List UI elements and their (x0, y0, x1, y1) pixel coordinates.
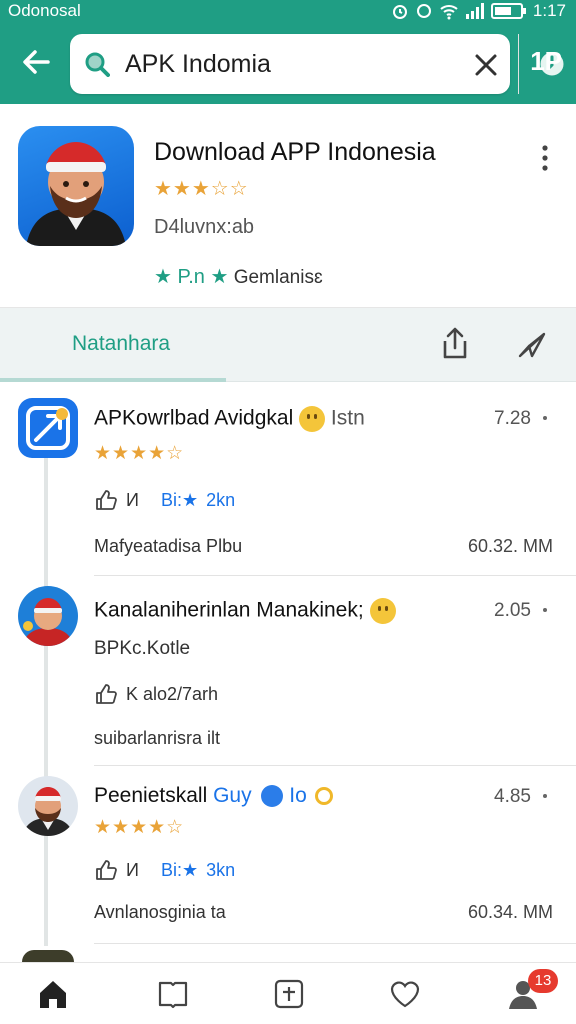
item-meta-text: K alo2/7arh (126, 683, 219, 704)
item-divider (94, 943, 576, 944)
clock-status-icon (416, 4, 431, 18)
add-post-icon[interactable] (272, 977, 306, 1011)
status-time: 1:17 (532, 1, 566, 20)
status-icons: 1:17 (391, 1, 566, 21)
app-icon-illustration (26, 142, 126, 246)
status-carrier: Odonosal (8, 1, 81, 20)
item-meta: И Bi:★ 2kn (94, 488, 235, 512)
item-more-icon[interactable] (543, 608, 547, 612)
top-app-bar: Odonosal 1:17 APK Indomia 1P (0, 0, 576, 104)
app-tag-text: Gemlanisɛ (233, 267, 323, 288)
app-tag: ★ P.n ★ Gemlanisɛ (154, 264, 323, 289)
alarm-icon (392, 5, 407, 19)
item-title: Kanalaniherinlan Manakinek; (94, 598, 396, 624)
status-bar: Odonosal 1:17 (0, 0, 576, 24)
tab-indicator (0, 378, 226, 382)
item-number: 4.85 (494, 786, 531, 807)
app-subtitle: D4luvnx:ab (154, 216, 255, 238)
item-avatar (18, 586, 78, 646)
search-separator (518, 34, 519, 94)
item-size: 60.32. MM (468, 536, 554, 556)
item-footer: Mafyeatadisa Plbu (94, 536, 243, 556)
search-input[interactable]: APK Indomia (125, 50, 271, 79)
thumbs-up-icon[interactable] (94, 858, 118, 882)
app-card[interactable]: Download APP Indonesia ★★★☆☆ D4luvnx:ab … (0, 104, 576, 308)
item-title-suffix: Istn (330, 406, 365, 430)
app-icon (18, 126, 134, 246)
bookmark-icon[interactable] (156, 977, 190, 1011)
item-footer: Avnlanosginia ta (94, 902, 226, 922)
item-more-icon[interactable] (543, 416, 547, 420)
app-title: Download APP Indonesia (154, 138, 436, 166)
item-badge-label: Bi:★ (160, 489, 199, 510)
signal-icon (465, 3, 484, 19)
wifi-icon (440, 5, 458, 20)
item-title: Peenietskall Guy Io (94, 784, 333, 808)
item-badge-value: 3kn (206, 859, 236, 880)
partial-list-item-avatar (22, 950, 74, 962)
item-badge-label: Bi:★ (160, 859, 199, 880)
list-item[interactable]: APKowrlbad Avidgkal Istn 7.28 ★★★★☆ И Bi… (0, 384, 576, 576)
avatar-illustration (22, 787, 74, 836)
item-avatar (18, 776, 78, 836)
send-icon[interactable] (516, 328, 548, 360)
coin-icon (314, 787, 333, 806)
item-title-accent: Guy (213, 784, 252, 807)
item-meta: K alo2/7arh (94, 682, 218, 706)
thumbs-up-icon[interactable] (94, 682, 118, 706)
item-title-text: Kanalaniherinlan Manakinek; (94, 598, 364, 622)
back-arrow-icon[interactable] (18, 44, 54, 80)
item-number: 2.05 (494, 600, 531, 621)
verified-badge-icon (261, 785, 284, 808)
more-options-icon[interactable] (538, 144, 552, 172)
item-size: 60.34. MM (468, 902, 554, 922)
list-item[interactable]: Kanalaniherinlan Manakinek; 2.05 BPKc.Ko… (0, 576, 576, 766)
download-app-logo-icon (26, 406, 70, 450)
list-item[interactable]: Peenietskall Guy Io 4.85 ★★★★☆ И Bi:★ 3k… (0, 766, 576, 944)
item-badge-value: 2kn (206, 489, 236, 510)
item-like-count: И (126, 859, 139, 880)
app-tag-prefix: ★ P.n ★ (154, 266, 229, 288)
notification-badge: 13 (528, 969, 558, 993)
item-more-icon[interactable] (543, 794, 547, 798)
search-bar[interactable]: APK Indomia (70, 34, 567, 94)
tab-natanhara[interactable]: Natanhara (72, 332, 170, 356)
item-footer: suibarlanrisra ilt (94, 728, 221, 748)
item-title-text: Peenietskall (94, 784, 208, 807)
avatar-illustration (22, 598, 74, 646)
item-meta: И Bi:★ 3kn (94, 858, 235, 882)
thumbs-up-icon[interactable] (94, 488, 118, 512)
smile-emoji-icon (299, 406, 326, 432)
app-rating-stars: ★★★☆☆ (154, 178, 249, 200)
tab-bar: Natanhara (0, 308, 576, 382)
home-icon[interactable] (36, 977, 70, 1011)
clear-search-icon[interactable] (472, 51, 500, 79)
header-extra-icon[interactable]: 1P (530, 46, 562, 77)
battery-icon (490, 3, 526, 19)
item-title-suffix: Io (289, 784, 307, 807)
item-subtitle: BPKc.Kotle (94, 638, 191, 659)
item-number: 7.28 (494, 408, 531, 429)
item-title-text: APKowrlbad Avidgkal (94, 406, 294, 430)
heart-icon[interactable] (388, 977, 422, 1011)
search-icon (85, 52, 110, 77)
bottom-navigation: 13 (0, 962, 576, 1024)
share-icon[interactable] (440, 326, 470, 360)
item-rating-stars: ★★★★☆ (94, 443, 185, 464)
item-like-count: И (126, 489, 139, 510)
smile-emoji-icon (369, 598, 396, 624)
item-title: APKowrlbad Avidgkal Istn (94, 406, 365, 432)
item-app-icon (18, 398, 78, 458)
item-rating-stars: ★★★★☆ (94, 817, 185, 838)
